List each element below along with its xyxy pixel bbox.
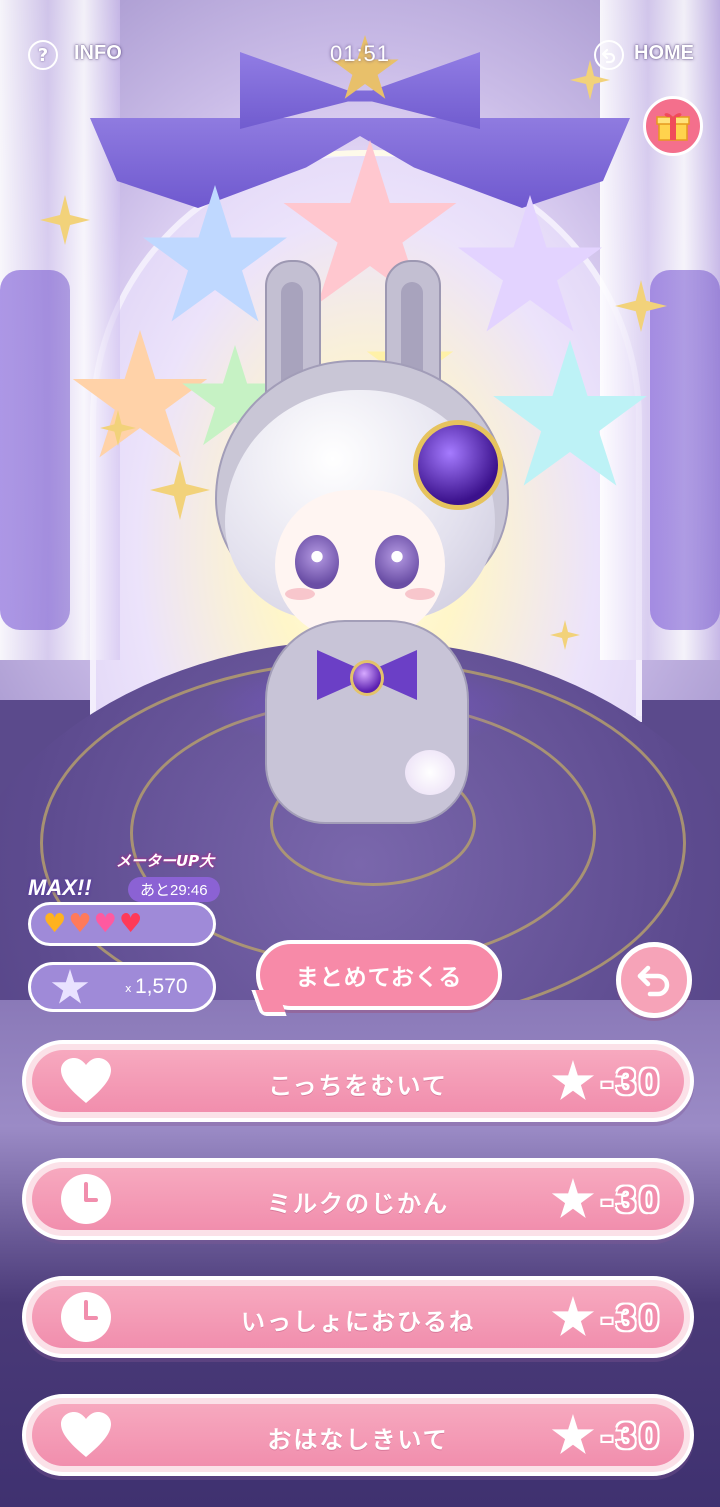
- cost-value: -30: [600, 1178, 662, 1221]
- action-button-face-me[interactable]: こっちをむいて -30: [22, 1040, 694, 1122]
- back-button[interactable]: [616, 942, 692, 1018]
- bunny-tail: [405, 750, 455, 795]
- action-cost: -30: [551, 1412, 662, 1460]
- action-button-listen-to-talk[interactable]: おはなしきいて -30: [22, 1394, 694, 1476]
- cost-value: -30: [600, 1296, 662, 1339]
- star-multiplier: x: [125, 982, 132, 995]
- star-icon: [551, 1414, 595, 1455]
- affection-meter: ♥ ♥ ♥ ♥: [28, 902, 216, 946]
- home-icon[interactable]: [594, 40, 624, 70]
- heart-icon: ♥: [118, 909, 143, 939]
- cost-value: -30: [600, 1414, 662, 1457]
- character-eye-left: [295, 535, 339, 589]
- send-all-label: まとめておくる: [295, 965, 463, 991]
- star-icon: [551, 1296, 595, 1337]
- star-count: 1,570: [135, 975, 188, 998]
- neck-gem: [350, 660, 384, 696]
- action-button-milk-time[interactable]: ミルクのじかん -30: [22, 1158, 694, 1240]
- character-eye-right: [375, 535, 419, 589]
- star-icon: [51, 969, 89, 1004]
- send-all-button[interactable]: まとめておくる: [256, 940, 502, 1010]
- action-cost: -30: [551, 1058, 662, 1106]
- heart-icon: ♥: [43, 909, 67, 939]
- gift-box-button[interactable]: [643, 96, 703, 156]
- cost-value: -30: [600, 1060, 662, 1103]
- top-bar: ? INFO 01:51 HOME: [0, 30, 720, 80]
- max-label: MAX!!: [28, 875, 92, 900]
- star-icon: [551, 1178, 595, 1219]
- star-icon: [551, 1060, 595, 1101]
- heart-icon: ♥: [68, 909, 92, 939]
- drape-left: [0, 270, 70, 630]
- drape-right: [650, 270, 720, 630]
- action-cost: -30: [551, 1294, 662, 1342]
- action-cost: -30: [551, 1176, 662, 1224]
- star-counter: x 1,570: [28, 962, 216, 1012]
- cheek-blush: [285, 588, 315, 600]
- heart-icon: ♥: [93, 909, 117, 939]
- meter-up-label: メーターUP大: [116, 852, 215, 870]
- cheek-blush: [405, 588, 435, 600]
- action-button-nap-together[interactable]: いっしょにおひるね -30: [22, 1276, 694, 1358]
- gift-icon: [656, 113, 690, 141]
- home-button[interactable]: HOME: [634, 42, 694, 65]
- gemini-brooch: [413, 420, 503, 510]
- bunny-character[interactable]: [205, 260, 525, 860]
- time-left-badge: あと29:46: [128, 877, 220, 902]
- undo-arrow-icon: [637, 965, 670, 997]
